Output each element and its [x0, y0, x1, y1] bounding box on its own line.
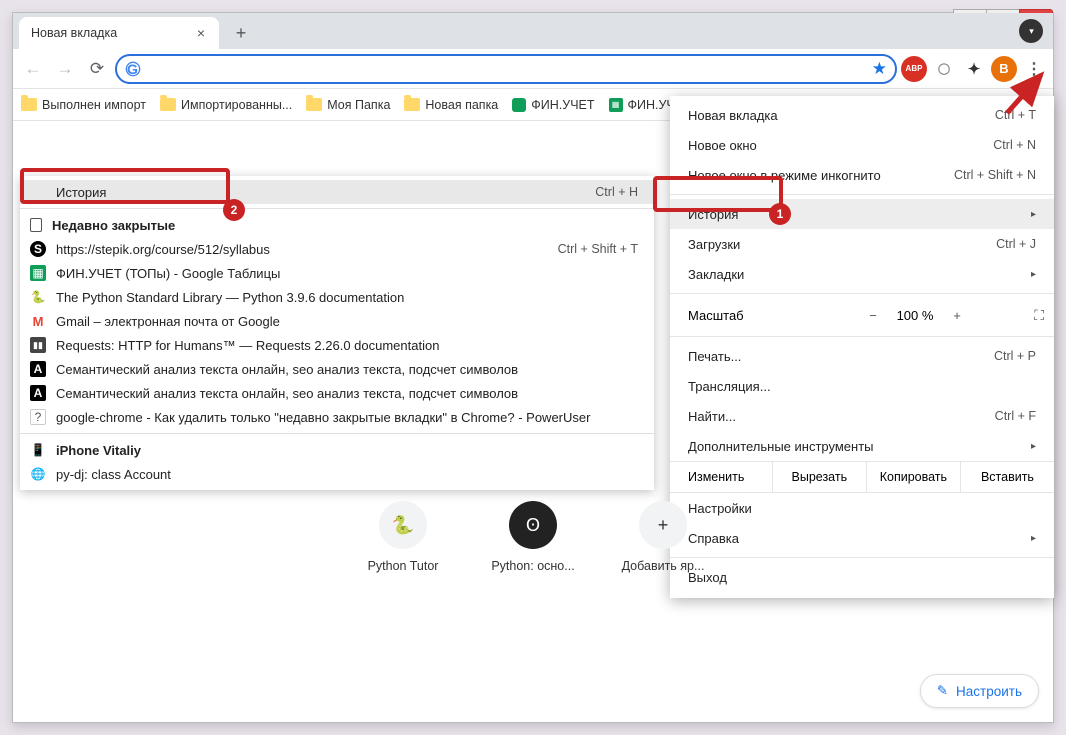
extensions-puzzle-icon[interactable]: ✦ — [961, 56, 987, 82]
bookmark-item[interactable]: ФИН.УЧЕТ — [512, 98, 594, 112]
favicon-icon: 🐍 — [30, 289, 46, 305]
folder-icon — [21, 98, 37, 111]
menu-incognito[interactable]: Новое окно в режиме инкогнитоCtrl + Shif… — [670, 160, 1054, 190]
bookmark-star-icon[interactable]: ★ — [872, 59, 887, 79]
submenu-recent-header: Недавно закрытые — [20, 213, 654, 237]
zoom-value: 100 % — [888, 308, 942, 323]
main-menu-button[interactable]: ⋮ — [1021, 56, 1047, 82]
bookmark-folder[interactable]: Моя Папка — [306, 98, 390, 112]
favicon-icon: S — [30, 241, 46, 257]
page-icon — [30, 218, 42, 232]
shortcut-label: Ctrl + Shift + T — [558, 242, 638, 256]
omnibox[interactable]: G ★ — [115, 54, 897, 84]
phone-icon: 📱 — [30, 442, 46, 458]
add-shortcut-tile[interactable]: + Добавить яр... — [613, 501, 713, 573]
tab-active[interactable]: Новая вкладка × — [19, 17, 219, 49]
google-g-icon: G — [127, 61, 138, 77]
tab-strip: Новая вкладка × + — [13, 13, 1053, 49]
folder-icon — [404, 98, 420, 111]
favicon-icon: A — [30, 385, 46, 401]
bookmark-folder[interactable]: Импортированны... — [160, 98, 292, 112]
menu-copy[interactable]: Копировать — [866, 462, 960, 492]
sheets-icon: ▦ — [609, 98, 623, 112]
history-item[interactable]: S https://stepik.org/course/512/syllabus… — [20, 237, 654, 261]
history-submenu: История Ctrl + H Недавно закрытые S http… — [20, 176, 654, 490]
favicon-icon: A — [30, 361, 46, 377]
menu-more-tools[interactable]: Дополнительные инструменты▸ — [670, 431, 1054, 461]
favicon-icon: ▮▮ — [30, 337, 46, 353]
ntp-shortcuts: 🐍 Python Tutor ʘ Python: осно... + Добав… — [13, 501, 1053, 573]
menu-new-tab[interactable]: Новая вкладкаCtrl + T — [670, 100, 1054, 130]
user-switcher[interactable] — [1019, 19, 1043, 43]
menu-bookmarks[interactable]: Закладки▸ — [670, 259, 1054, 289]
bookmark-folder[interactable]: Новая папка — [404, 98, 498, 112]
back-button[interactable]: ← — [19, 55, 47, 83]
favicon-icon: ? — [30, 409, 46, 425]
history-item[interactable]: AСемантический анализ текста онлайн, seo… — [20, 381, 654, 405]
chevron-right-icon: ▸ — [1031, 441, 1036, 452]
menu-cast[interactable]: Трансляция... — [670, 371, 1054, 401]
tab-title: Новая вкладка — [31, 26, 117, 40]
history-item[interactable]: AСемантический анализ текста онлайн, seo… — [20, 357, 654, 381]
menu-print[interactable]: Печать...Ctrl + P — [670, 341, 1054, 371]
menu-find[interactable]: Найти...Ctrl + F — [670, 401, 1054, 431]
menu-downloads[interactable]: ЗагрузкиCtrl + J — [670, 229, 1054, 259]
pencil-icon: ✎ — [937, 683, 948, 699]
tile-icon: 🐍 — [379, 501, 427, 549]
profile-avatar[interactable]: B — [991, 56, 1017, 82]
folder-icon — [306, 98, 322, 111]
shortcut-tile[interactable]: 🐍 Python Tutor — [353, 501, 453, 573]
forward-button[interactable]: → — [51, 55, 79, 83]
reload-button[interactable]: ⟳ — [83, 55, 111, 83]
history-item[interactable]: MGmail – электронная почта от Google — [20, 309, 654, 333]
favicon-icon: ▦ — [30, 265, 46, 281]
history-item[interactable]: ▦ФИН.УЧЕТ (ТОПы) - Google Таблицы — [20, 261, 654, 285]
customize-button[interactable]: ✎ Настроить — [920, 674, 1039, 708]
edit-label: Изменить — [670, 462, 772, 492]
address-input[interactable] — [144, 61, 866, 77]
submenu-history[interactable]: История Ctrl + H — [20, 180, 654, 204]
annotation-badge: 1 — [769, 203, 791, 225]
history-item[interactable]: ?google-chrome - Как удалить только "нед… — [20, 405, 654, 429]
menu-history[interactable]: История▸ — [670, 199, 1054, 229]
fullscreen-icon[interactable]: ⛶ — [1034, 307, 1044, 324]
chevron-right-icon: ▸ — [1031, 209, 1036, 220]
history-item[interactable]: 🐍The Python Standard Library — Python 3.… — [20, 285, 654, 309]
shortcut-tile[interactable]: ʘ Python: осно... — [483, 501, 583, 573]
bookmark-folder[interactable]: Выполнен импорт — [21, 98, 146, 112]
shield-icon — [512, 98, 526, 112]
chrome-window: — ▭ ✕ Новая вкладка × + ← → ⟳ G ★ ABP ◯ … — [12, 12, 1054, 723]
extension-shield-icon[interactable]: ◯ — [931, 56, 957, 82]
chevron-right-icon: ▸ — [1031, 269, 1036, 280]
tile-icon: ʘ — [509, 501, 557, 549]
extension-abp-icon[interactable]: ABP — [901, 56, 927, 82]
folder-icon — [160, 98, 176, 111]
favicon-icon: M — [30, 313, 46, 329]
tab-close-icon[interactable]: × — [193, 23, 209, 43]
menu-new-window[interactable]: Новое окноCtrl + N — [670, 130, 1054, 160]
plus-icon: + — [639, 501, 687, 549]
zoom-out-button[interactable]: − — [858, 308, 888, 323]
shortcut-label: Ctrl + H — [595, 185, 638, 199]
history-item[interactable]: ▮▮Requests: HTTP for Humans™ — Requests … — [20, 333, 654, 357]
menu-zoom: Масштаб − 100 % + ⛶ — [670, 298, 1054, 332]
menu-edit-row: Изменить Вырезать Копировать Вставить — [670, 461, 1054, 493]
favicon-icon: 🌐 — [30, 466, 46, 482]
synced-device-header: 📱iPhone Vitaliy — [20, 438, 654, 462]
menu-cut[interactable]: Вырезать — [772, 462, 866, 492]
history-item[interactable]: 🌐py-dj: class Account — [20, 462, 654, 486]
page-content: История Ctrl + H Недавно закрытые S http… — [13, 121, 1053, 722]
new-tab-button[interactable]: + — [227, 19, 255, 47]
annotation-badge: 2 — [223, 199, 245, 221]
menu-paste[interactable]: Вставить — [960, 462, 1054, 492]
toolbar: ← → ⟳ G ★ ABP ◯ ✦ B ⋮ — [13, 49, 1053, 89]
zoom-in-button[interactable]: + — [942, 308, 972, 323]
